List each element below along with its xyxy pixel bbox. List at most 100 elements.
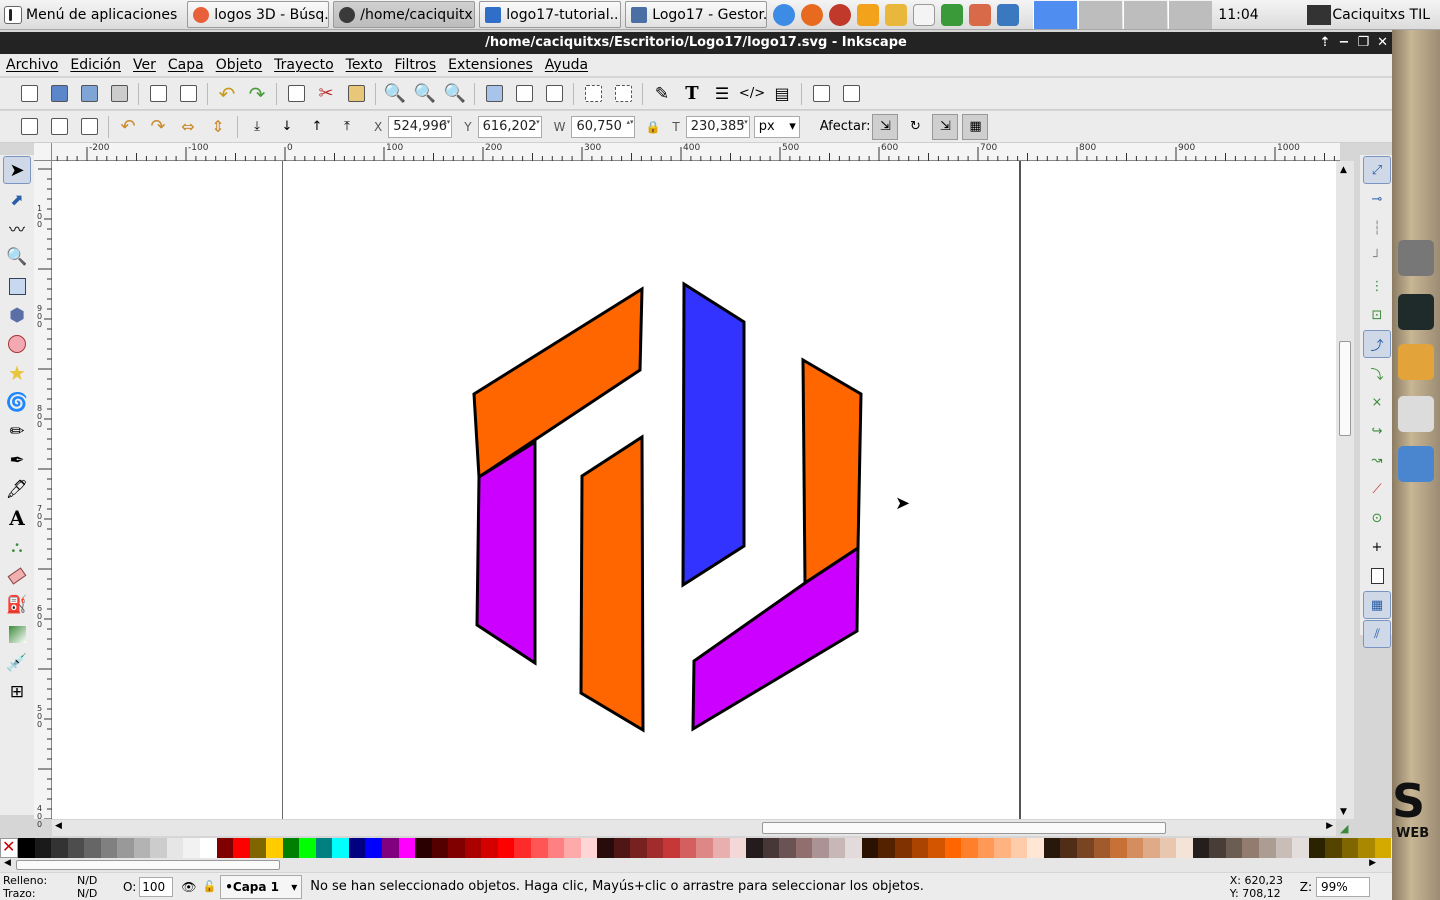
scroll-down-icon[interactable]: ▼ (1340, 807, 1347, 817)
lock-ratio-icon[interactable]: 🔒 (645, 120, 660, 134)
color-swatch[interactable] (1077, 838, 1094, 858)
align-distribute-button[interactable]: ▤ (769, 81, 795, 107)
snap-object-center-button[interactable]: ⊙ (1363, 504, 1391, 532)
menu-texto[interactable]: Texto (340, 57, 389, 73)
selector-tool[interactable]: ➤ (3, 156, 31, 184)
color-swatch[interactable] (530, 838, 548, 858)
menu-edicion[interactable]: Edición (64, 57, 127, 73)
menu-filtros[interactable]: Filtros (389, 57, 443, 73)
palette-scroll-thumb[interactable] (16, 860, 280, 870)
group-button[interactable] (580, 81, 606, 107)
snap-toggle-button[interactable]: ⤢ (1363, 156, 1391, 184)
color-swatch[interactable] (977, 838, 995, 858)
color-swatch[interactable] (580, 838, 598, 858)
color-swatch[interactable] (282, 838, 300, 858)
logo-purple-left-shape[interactable] (475, 439, 537, 666)
affect-gradient-toggle[interactable]: ⇲ (932, 113, 959, 140)
color-swatch[interactable] (266, 838, 283, 858)
color-swatch[interactable] (1358, 838, 1375, 858)
color-swatch[interactable] (1225, 838, 1243, 858)
vertical-ruler[interactable]: 100 900 800 700 600 500 400 (34, 161, 52, 829)
horizontal-scrollbar[interactable]: ◀ ▶ (52, 820, 1336, 836)
color-swatch[interactable] (928, 838, 945, 858)
connector-tool[interactable]: ⊞ (3, 678, 31, 706)
logo-artwork[interactable] (52, 161, 1336, 819)
color-swatch[interactable] (100, 838, 118, 858)
color-swatch[interactable] (597, 838, 614, 858)
color-swatch[interactable] (1192, 838, 1210, 858)
color-swatch[interactable] (84, 838, 101, 858)
ellipse-tool[interactable] (3, 330, 31, 358)
color-swatch[interactable] (547, 838, 565, 858)
taskbar-task-inkscape[interactable]: /home/caciquitx... (333, 1, 476, 28)
duplicate-button[interactable] (481, 81, 507, 107)
palette-scroll-right-icon[interactable]: ▶ (1369, 858, 1376, 868)
save-button[interactable] (76, 81, 102, 107)
toggle-visibility-icon[interactable]: 👁 (181, 880, 196, 894)
paste-button[interactable] (343, 81, 369, 107)
rotate-ccw-button[interactable]: ↶ (115, 114, 141, 140)
terminal-icon[interactable] (1398, 294, 1434, 330)
color-swatch[interactable] (34, 838, 52, 858)
color-swatch[interactable] (18, 838, 35, 858)
layers-button[interactable]: ☰ (709, 81, 735, 107)
redo-button[interactable]: ↷ (244, 81, 270, 107)
color-swatch[interactable] (200, 838, 217, 858)
unit-select[interactable]: px ▾ (753, 115, 800, 138)
zoom-drawing-button[interactable]: 🔍 (412, 81, 438, 107)
palette-scroll-left-icon[interactable]: ◀ (4, 858, 11, 868)
workspace-1[interactable] (1033, 0, 1078, 29)
snap-grid-button[interactable]: ▦ (1363, 591, 1391, 619)
color-swatch[interactable] (712, 838, 730, 858)
keep-above-icon[interactable]: ⇡ (1320, 32, 1331, 54)
window-titlebar[interactable]: /home/caciquitxs/Escritorio/Logo17/logo1… (0, 32, 1392, 54)
flip-vertical-button[interactable]: ⇕ (205, 114, 231, 140)
taskbar-task-document[interactable]: logo17-tutorial.... (479, 1, 622, 28)
folder-icon[interactable] (1398, 446, 1434, 482)
color-swatch[interactable] (464, 838, 482, 858)
star-tool[interactable]: ★ (3, 359, 31, 387)
logo-orange-right-shape[interactable] (801, 357, 863, 586)
spiral-tool[interactable]: 🌀 (3, 388, 31, 416)
vertical-scroll-thumb[interactable] (1339, 341, 1351, 436)
color-swatch[interactable] (911, 838, 929, 858)
taskbar-task-browser[interactable]: logos 3D - Búsq... (187, 1, 330, 28)
color-swatch[interactable] (1242, 838, 1260, 858)
fill-stroke-button[interactable]: ✎ (649, 81, 675, 107)
select-all-button[interactable] (16, 114, 42, 140)
scroll-up-icon[interactable]: ▲ (1340, 165, 1347, 175)
undo-button[interactable]: ↶ (214, 81, 240, 107)
color-swatch[interactable] (1275, 838, 1293, 858)
snap-guide-button[interactable]: ⫽ (1363, 620, 1391, 648)
raise-top-button[interactable]: ⤒ (334, 114, 360, 140)
layer-select[interactable]: •Capa 1 ▾ (220, 874, 303, 899)
print-button[interactable] (106, 81, 132, 107)
color-swatch[interactable] (51, 838, 68, 858)
menu-ayuda[interactable]: Ayuda (539, 57, 594, 73)
color-swatch[interactable] (762, 838, 780, 858)
text-editor-icon[interactable] (885, 3, 908, 26)
color-swatch[interactable] (696, 838, 713, 858)
w-input[interactable]: 60,750 (571, 115, 636, 138)
node-tool[interactable]: ⬈ (3, 185, 31, 213)
h-input[interactable]: 230,385 (685, 115, 750, 138)
snap-bbox-corner-button[interactable]: ┘ (1363, 243, 1391, 271)
color-swatch[interactable] (1043, 838, 1061, 858)
color-swatch[interactable] (663, 838, 680, 858)
pen-tool[interactable]: ✒ (3, 446, 31, 474)
document-properties-button[interactable] (808, 81, 834, 107)
color-swatch[interactable] (1110, 838, 1127, 858)
color-swatch[interactable] (150, 838, 167, 858)
color-swatch[interactable] (67, 838, 85, 858)
color-swatch[interactable] (216, 838, 234, 858)
archive-icon[interactable] (1398, 344, 1434, 380)
menu-trayecto[interactable]: Trayecto (268, 57, 339, 73)
menu-extensiones[interactable]: Extensiones (442, 57, 539, 73)
3d-box-tool[interactable]: ⬢ (3, 301, 31, 329)
spray-tool[interactable]: ⛬ (3, 533, 31, 561)
color-swatch[interactable] (1341, 838, 1359, 858)
eraser-tool[interactable] (3, 562, 31, 590)
color-swatch[interactable] (1159, 838, 1177, 858)
clone-button[interactable] (511, 81, 537, 107)
text-tool[interactable]: A (3, 504, 31, 532)
